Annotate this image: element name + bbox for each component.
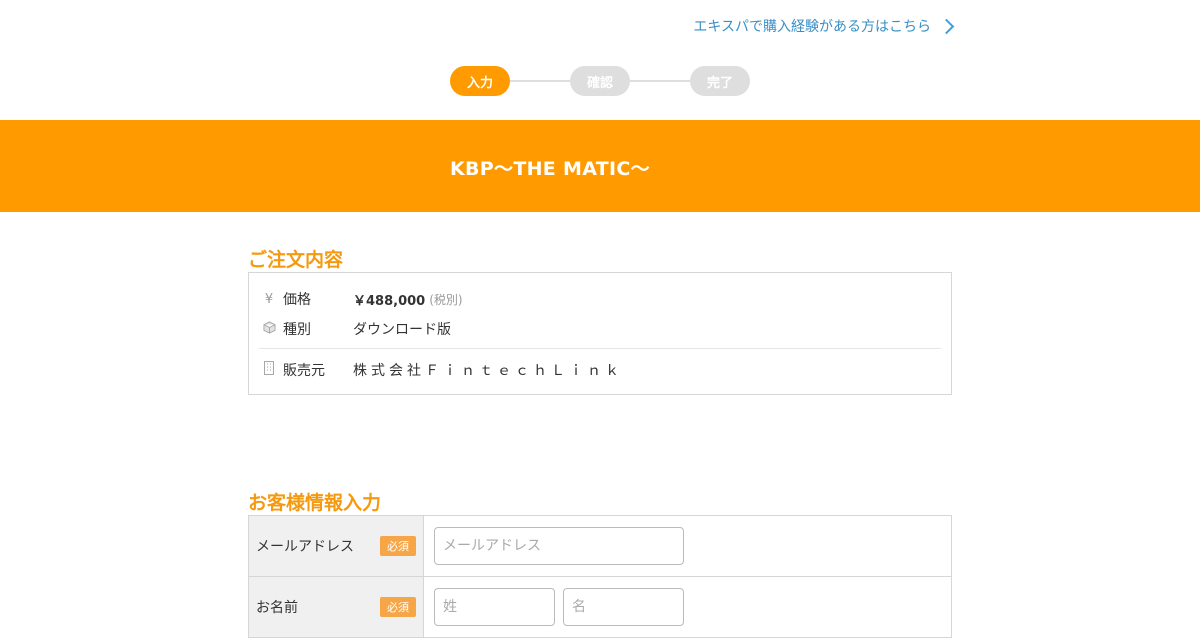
vendor-link[interactable]: 株式会社ＦｉｎｔｅｃｈＬｉｎｋ (353, 360, 623, 380)
order-divider (259, 348, 941, 349)
type-row: 種別 ダウンロード版 (261, 319, 451, 339)
box-icon (261, 320, 277, 338)
order-summary: ¥ 価格 ￥488,000 (税別) 種別 ダウンロード版 販売元 株式会社Ｆｉ… (248, 272, 952, 395)
name-row: お名前 必須 (249, 577, 951, 638)
step-input: 入力 (450, 66, 510, 96)
required-badge: 必須 (380, 597, 416, 617)
customer-form: メールアドレス 必須 お名前 必須 (248, 515, 952, 638)
step-confirm: 確認 (570, 66, 630, 96)
step-connector (630, 80, 690, 82)
required-badge: 必須 (380, 536, 416, 556)
order-section-title: ご注文内容 (248, 249, 344, 271)
email-row: メールアドレス 必須 (249, 516, 951, 577)
price-label: 価格 (283, 292, 311, 308)
email-label-cell: メールアドレス 必須 (249, 516, 424, 576)
step-connector (510, 80, 570, 82)
returning-customer-link[interactable]: エキスパで購入経験がある方はこちら (693, 16, 955, 36)
product-title: KBP〜THE MATIC〜 (450, 158, 650, 180)
last-name-field[interactable] (434, 588, 555, 626)
customer-section-title: お客様情報入力 (248, 492, 382, 514)
type-label: 種別 (283, 322, 311, 338)
name-label-cell: お名前 必須 (249, 577, 424, 637)
first-name-field[interactable] (563, 588, 684, 626)
type-value: ダウンロード版 (353, 322, 451, 338)
email-input-cell (424, 516, 951, 576)
email-field[interactable] (434, 527, 684, 565)
email-label: メールアドレス (256, 539, 354, 555)
vendor-row: 販売元 株式会社ＦｉｎｔｅｃｈＬｉｎｋ (261, 360, 623, 380)
chevron-right-icon (938, 18, 955, 35)
name-input-cell (424, 577, 951, 637)
vendor-label: 販売元 (283, 363, 325, 379)
returning-customer-link-label: エキスパで購入経験がある方はこちら (693, 19, 931, 35)
step-complete: 完了 (690, 66, 750, 96)
progress-steps: 入力 確認 完了 (450, 66, 750, 96)
price-value: ￥488,000 (353, 293, 426, 309)
price-tax-note: (税別) (429, 292, 463, 307)
name-label: お名前 (256, 600, 298, 616)
building-icon (261, 361, 277, 379)
yen-icon: ¥ (264, 291, 274, 307)
price-row: ¥ 価格 ￥488,000 (税別) (261, 289, 463, 309)
